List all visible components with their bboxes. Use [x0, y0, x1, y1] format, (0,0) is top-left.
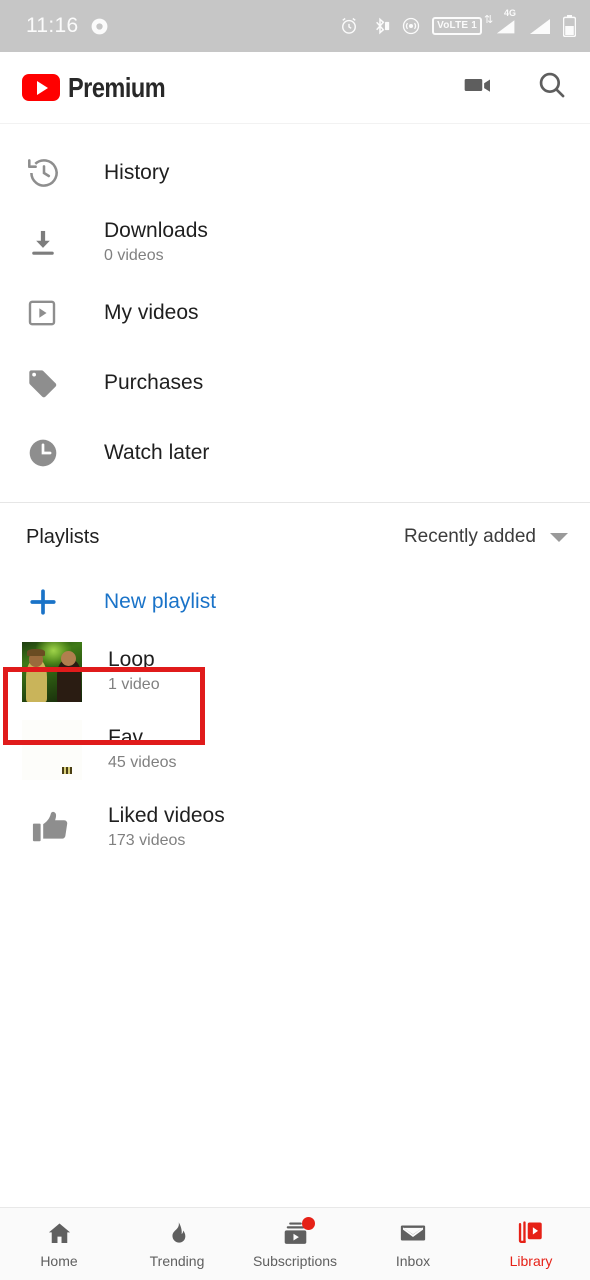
new-playlist-label: New playlist	[104, 590, 217, 613]
volte-badge: VoLTE 1	[432, 17, 482, 35]
tag-icon	[26, 365, 78, 401]
brand-label: Premium	[68, 71, 166, 103]
clock-icon	[26, 436, 78, 470]
library-item-text: Watch later	[104, 441, 209, 466]
library-item-label: Downloads	[104, 219, 208, 243]
network-type-label: 4G	[503, 7, 516, 18]
status-time: 11:16	[26, 14, 79, 37]
playlist-row-liked-videos[interactable]: Liked videos 173 videos	[0, 789, 590, 867]
my-videos-icon	[26, 297, 78, 329]
envelope-icon	[399, 1219, 427, 1247]
search-icon[interactable]	[536, 69, 568, 106]
library-item-label: Watch later	[104, 440, 210, 464]
library-item-my-videos[interactable]: My videos	[0, 278, 590, 348]
playlists-section-header: Playlists Recently added	[0, 503, 590, 571]
nav-item-inbox[interactable]: Inbox	[354, 1208, 472, 1280]
video-thumbnail	[22, 642, 82, 702]
library-list: History Downloads 0 videos My videos Pur…	[0, 124, 590, 488]
playlist-text: Loop 1 video	[108, 648, 160, 696]
library-item-text: History	[104, 161, 169, 186]
playlist-text: Fav 45 videos	[108, 726, 177, 774]
library-item-history[interactable]: History	[0, 138, 590, 208]
signal-updown-icon: ⇅	[484, 13, 494, 26]
playlist-title: Fav	[108, 726, 144, 750]
app-header: Premium	[0, 52, 590, 124]
youtube-play-icon	[22, 74, 60, 101]
library-item-text: My videos	[104, 301, 199, 326]
playlist-text: Liked videos 173 videos	[108, 804, 225, 852]
plus-icon	[26, 585, 78, 619]
header-actions	[462, 69, 568, 106]
signal-icon	[530, 18, 550, 34]
nav-label: Inbox	[395, 1253, 431, 1269]
subscriptions-icon	[282, 1217, 315, 1247]
playlist-title: Loop	[108, 648, 155, 672]
nav-label: Subscriptions	[252, 1253, 338, 1269]
nav-item-home[interactable]: Home	[0, 1208, 118, 1280]
playlist-count: 1 video	[108, 675, 160, 693]
status-bar-right: VoLTE 1 ⇅ 4G	[339, 8, 576, 37]
notification-badge	[301, 1217, 315, 1230]
playlist-count: 45 videos	[108, 753, 177, 771]
nav-label: Home	[40, 1253, 78, 1269]
flame-icon	[164, 1219, 190, 1247]
thumbs-up-icon	[22, 798, 82, 858]
nav-item-library[interactable]: Library	[472, 1208, 590, 1280]
playlist-row-fav[interactable]: Fav 45 videos	[0, 711, 590, 789]
library-item-text: Downloads 0 videos	[104, 219, 208, 267]
nav-label: Trending	[149, 1253, 205, 1269]
library-item-label: History	[104, 160, 170, 184]
new-playlist-button[interactable]: New playlist	[0, 571, 590, 633]
hotspot-icon	[402, 17, 420, 35]
playlist-title: Liked videos	[108, 804, 225, 828]
playlist-count: 173 videos	[108, 831, 186, 849]
library-item-watch-later[interactable]: Watch later	[0, 418, 590, 488]
nav-item-trending[interactable]: Trending	[118, 1208, 236, 1280]
record-dot-icon	[91, 18, 107, 34]
history-icon	[26, 155, 78, 191]
playlists-sort-label: Recently added	[403, 526, 536, 547]
home-icon	[46, 1219, 73, 1247]
library-icon	[517, 1219, 545, 1247]
nav-label: Library	[509, 1253, 553, 1269]
battery-icon	[563, 15, 576, 37]
library-item-label: Purchases	[104, 370, 204, 394]
library-item-subtitle: 0 videos	[104, 246, 164, 264]
nav-item-subscriptions[interactable]: Subscriptions	[236, 1208, 354, 1280]
download-icon	[26, 226, 78, 260]
library-item-label: My videos	[104, 300, 199, 324]
chevron-down-icon	[550, 532, 568, 542]
playlists-sort-button[interactable]: Recently added	[404, 526, 568, 548]
bluetooth-icon	[376, 17, 390, 35]
status-bar: 11:16 VoLTE 1 ⇅ 4G	[0, 0, 590, 52]
alarm-icon	[342, 17, 357, 34]
playlists-title: Playlists	[26, 525, 100, 548]
signal-4g-icon: ⇅ 4G	[484, 8, 517, 36]
library-item-downloads[interactable]: Downloads 0 videos	[0, 208, 590, 278]
bottom-navigation: Home Trending Subscriptions Inbox Librar…	[0, 1207, 590, 1280]
youtube-premium-logo[interactable]: Premium	[22, 72, 184, 104]
status-bar-left: 11:16	[26, 14, 109, 38]
library-item-purchases[interactable]: Purchases	[0, 348, 590, 418]
youtube-library-screen: 11:16 VoLTE 1 ⇅ 4G Premium History Downl…	[0, 0, 590, 1280]
video-camera-icon[interactable]	[462, 69, 494, 106]
video-thumbnail	[22, 720, 82, 780]
library-item-text: Purchases	[104, 371, 203, 396]
playlist-row-loop[interactable]: Loop 1 video	[0, 633, 590, 711]
